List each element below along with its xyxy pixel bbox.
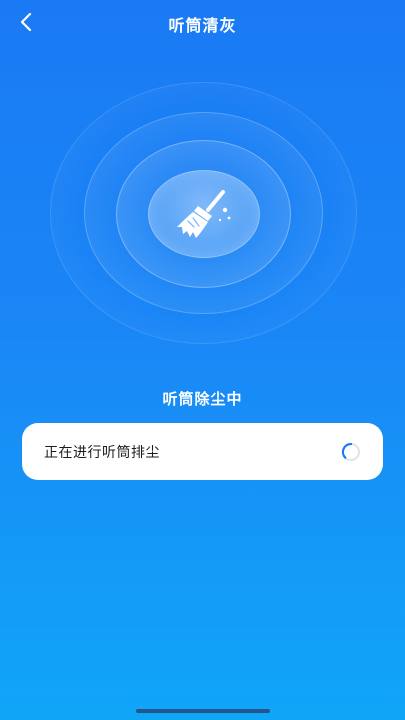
status-heading: 听筒除尘中	[162, 390, 243, 408]
loading-spinner-icon	[341, 442, 360, 461]
app-header: 听筒清灰	[0, 0, 405, 46]
broom-icon	[177, 190, 231, 238]
task-card: 正在进行听筒排尘	[22, 423, 383, 480]
task-label: 正在进行听筒排尘	[44, 445, 160, 461]
page-title: 听筒清灰	[168, 16, 237, 35]
home-indicator[interactable]	[136, 709, 270, 713]
screen: 听筒清灰 听筒除尘中 正在进行听筒排尘	[0, 0, 405, 720]
cleaning-animation	[50, 82, 357, 344]
